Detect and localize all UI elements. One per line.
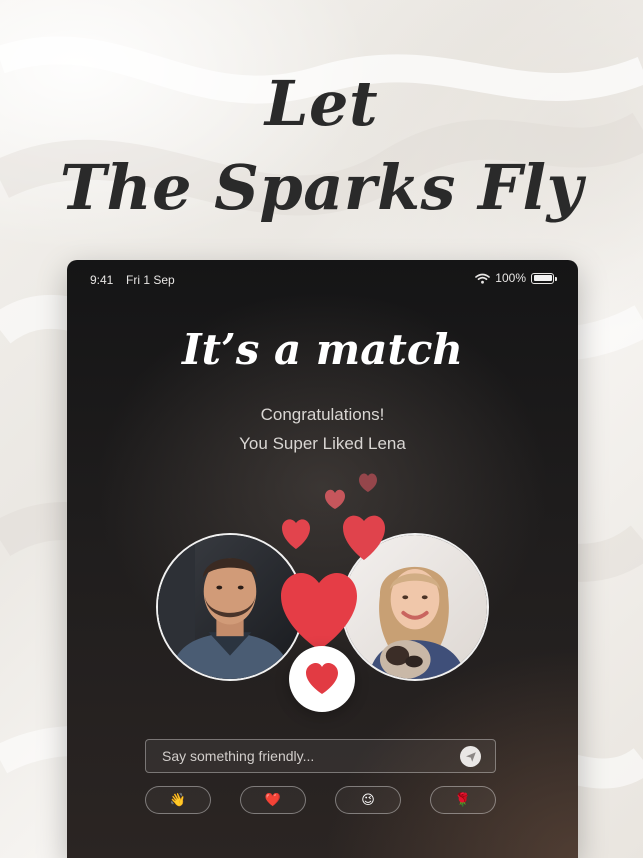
status-indicators: 100% xyxy=(475,271,557,285)
send-button[interactable] xyxy=(460,746,481,767)
heart-icon xyxy=(304,662,340,696)
floating-heart-icon xyxy=(359,473,377,492)
floating-heart-icon xyxy=(325,489,345,509)
woman-portrait xyxy=(343,535,487,679)
rose-icon: 🌹 xyxy=(454,792,472,808)
send-icon xyxy=(465,751,477,763)
status-clock: 9:41 xyxy=(90,273,114,287)
reaction-rose-button[interactable]: 🌹 xyxy=(430,786,496,814)
reaction-heart-button[interactable]: ❤️ xyxy=(240,786,306,814)
reaction-wink-button[interactable]: 😉 xyxy=(335,786,401,814)
waving-hand-icon: 👋 xyxy=(169,792,187,808)
user-avatar-photo xyxy=(156,533,304,681)
heart-button[interactable] xyxy=(289,646,355,712)
quick-reactions: 👋 ❤️ 😉 🌹 xyxy=(145,786,496,816)
floating-heart-icon xyxy=(282,519,310,549)
status-bar: 9:41 Fri 1 Sep 100% xyxy=(67,260,578,298)
super-liked-text: You Super Liked Lena xyxy=(239,434,406,453)
headline-line-2: The Sparks Fly xyxy=(59,151,584,224)
man-portrait xyxy=(158,535,302,679)
reaction-wave-button[interactable]: 👋 xyxy=(145,786,211,814)
battery-percentage: 100% xyxy=(495,271,526,285)
battery-fill xyxy=(533,275,552,281)
marketing-headline: Let The Sparks Fly xyxy=(0,62,643,230)
status-time: 9:41 Fri 1 Sep xyxy=(90,273,175,287)
match-message: Congratulations! You Super Liked Lena xyxy=(67,400,578,458)
match-title: It’s a match xyxy=(182,325,463,374)
headline-line-1: Let xyxy=(264,67,379,140)
device-screen: 9:41 Fri 1 Sep 100% It’s a match Congrat… xyxy=(67,260,578,858)
winking-face-icon: 😉 xyxy=(361,792,375,808)
red-heart-icon: ❤️ xyxy=(264,792,282,808)
message-input[interactable] xyxy=(146,740,446,772)
wifi-icon xyxy=(475,273,491,284)
message-box xyxy=(145,739,496,773)
status-date: Fri 1 Sep xyxy=(126,273,175,287)
congratulations-text: Congratulations! xyxy=(260,405,385,424)
battery-icon xyxy=(531,272,557,284)
match-avatar-photo xyxy=(341,533,489,681)
